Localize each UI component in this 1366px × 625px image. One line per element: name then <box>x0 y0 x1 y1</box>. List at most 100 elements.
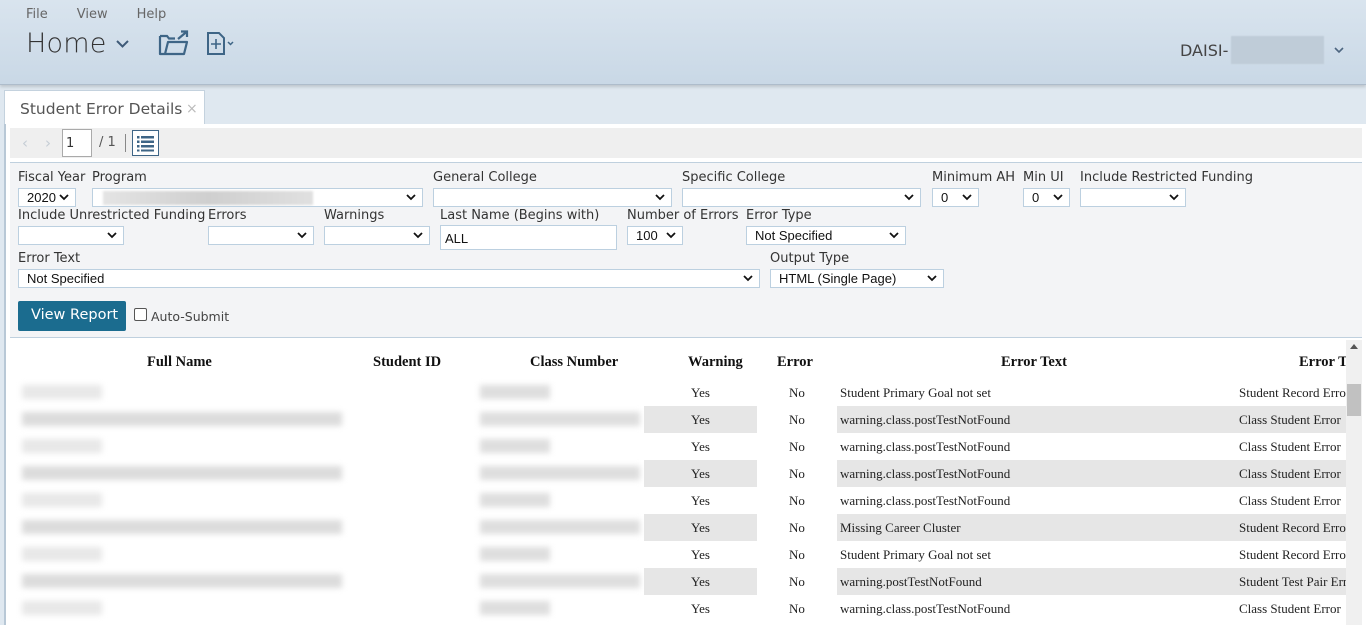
error-type-cell: Class Student Error <box>1239 493 1341 508</box>
error-cell: No <box>789 520 805 535</box>
minimum-ah-label: Minimum AH <box>932 170 1016 185</box>
include-unrestricted-select[interactable] <box>18 226 124 245</box>
full-name-redacted <box>22 412 342 426</box>
table-row: Yes No warning.class.postTestNotFound Class… <box>10 487 1350 514</box>
class-number-redacted <box>480 547 550 561</box>
page-number-input[interactable]: 1 <box>62 129 92 157</box>
min-ui-value: 0 <box>1032 190 1040 205</box>
list-icon <box>137 136 154 152</box>
user-name-redacted <box>1231 36 1325 64</box>
error-cell: No <box>789 493 805 508</box>
new-document-icon[interactable] <box>206 32 236 56</box>
minimum-ah-select[interactable]: 0 <box>932 188 979 207</box>
warning-cell: Yes <box>691 547 710 562</box>
report-table: Full Name Student ID Class Number Warnin… <box>10 340 1350 625</box>
error-cell: No <box>789 385 805 400</box>
error-text-cell: warning.class.postTestNotFound <box>837 460 1235 487</box>
open-folder-icon[interactable] <box>158 30 190 56</box>
output-type-label: Output Type <box>770 251 850 266</box>
chevron-down-icon <box>107 232 117 239</box>
error-type-cell: Student Record Error <box>1235 514 1350 541</box>
full-name-redacted <box>22 574 342 588</box>
previous-page-icon[interactable]: ‹ <box>22 134 28 152</box>
chevron-down-icon <box>927 275 937 282</box>
toggle-parameters-button[interactable] <box>132 130 159 156</box>
chevron-down-icon <box>115 40 129 48</box>
home-label: Home <box>26 28 107 59</box>
errors-select[interactable] <box>208 226 314 245</box>
user-name: DAISI- <box>1180 40 1229 60</box>
close-icon[interactable]: × <box>186 101 198 117</box>
column-header-full-name: Full Name <box>147 354 212 370</box>
chevron-down-icon <box>1169 194 1179 201</box>
warnings-select[interactable] <box>324 226 430 245</box>
chevron-down-icon <box>655 194 665 201</box>
class-number-redacted <box>480 385 550 399</box>
warnings-label: Warnings <box>324 208 385 223</box>
column-header-student-id: Student ID <box>373 354 442 370</box>
warning-cell: Yes <box>644 568 757 595</box>
error-text-select[interactable]: Not Specified <box>18 269 760 288</box>
error-type-cell: Student Record Error <box>1239 385 1350 400</box>
next-page-icon[interactable]: › <box>45 134 51 152</box>
warning-cell: Yes <box>691 493 710 508</box>
error-text-cell: warning.class.postTestNotFound <box>840 493 1011 508</box>
fiscal-year-select[interactable]: 2020 <box>18 188 76 207</box>
warning-cell: Yes <box>644 460 757 487</box>
error-cell: No <box>789 466 805 481</box>
error-type-select[interactable]: Not Specified <box>746 226 906 245</box>
auto-submit-label: Auto-Submit <box>151 309 230 324</box>
full-name-redacted <box>22 601 102 615</box>
auto-submit-checkbox[interactable] <box>134 308 147 321</box>
min-ui-select[interactable]: 0 <box>1023 188 1070 207</box>
full-name-redacted <box>22 439 102 453</box>
table-row: Yes No warning.class.postTestNotFound Class… <box>10 595 1350 622</box>
tab-student-error-details[interactable]: Student Error Details × <box>4 90 205 125</box>
tab-strip: Student Error Details × <box>0 86 1366 125</box>
user-menu[interactable]: DAISI- <box>1180 36 1344 64</box>
chevron-down-icon <box>297 232 307 239</box>
class-number-redacted <box>480 466 640 480</box>
column-header-error: Error <box>777 354 813 370</box>
minimum-ah-value: 0 <box>941 190 949 205</box>
chevron-down-icon <box>743 275 753 282</box>
error-type-cell: Student Test Pair Error <box>1235 568 1350 595</box>
column-header-error-type: Error T <box>1299 354 1348 370</box>
warning-cell: Yes <box>644 406 757 433</box>
error-type-cell: Class Student Error <box>1235 460 1350 487</box>
menu-view[interactable]: View <box>77 7 108 22</box>
scroll-up-arrow-icon[interactable] <box>1350 344 1358 349</box>
full-name-redacted <box>22 466 342 480</box>
warning-cell: Yes <box>644 514 757 541</box>
scrollbar-thumb[interactable] <box>1347 384 1361 416</box>
menu-help[interactable]: Help <box>137 7 167 22</box>
column-header-warning: Warning <box>688 354 743 370</box>
error-cell: No <box>789 574 805 589</box>
chevron-down-icon <box>889 232 899 239</box>
fiscal-year-value: 2020 <box>27 190 56 205</box>
chevron-down-icon <box>413 232 423 239</box>
full-name-redacted <box>22 493 102 507</box>
number-of-errors-select[interactable]: 100 <box>627 226 683 245</box>
view-report-button[interactable]: View Report <box>18 301 126 331</box>
last-name-input[interactable]: ALL <box>440 225 617 250</box>
error-text-cell: Student Primary Goal not set <box>840 385 991 400</box>
specific-college-select[interactable] <box>682 188 921 207</box>
home-dropdown[interactable]: Home <box>26 28 129 59</box>
class-number-redacted <box>480 412 640 426</box>
errors-label: Errors <box>208 208 247 223</box>
vertical-scrollbar[interactable] <box>1346 340 1362 625</box>
last-name-label: Last Name (Begins with) <box>440 208 600 223</box>
report-toolbar: ‹ › 1 / 1 <box>10 128 1362 158</box>
include-unrestricted-label: Include Unrestricted Funding <box>18 208 206 223</box>
warning-cell: Yes <box>691 439 710 454</box>
error-cell: No <box>789 412 805 427</box>
class-number-redacted <box>480 601 550 615</box>
column-header-class-number: Class Number <box>530 354 619 370</box>
general-college-select[interactable] <box>433 188 672 207</box>
output-type-select[interactable]: HTML (Single Page) <box>770 269 944 288</box>
menu-file[interactable]: File <box>26 7 48 22</box>
program-select[interactable] <box>92 188 423 207</box>
include-restricted-select[interactable] <box>1080 188 1186 207</box>
error-text-cell: warning.class.postTestNotFound <box>840 601 1011 616</box>
